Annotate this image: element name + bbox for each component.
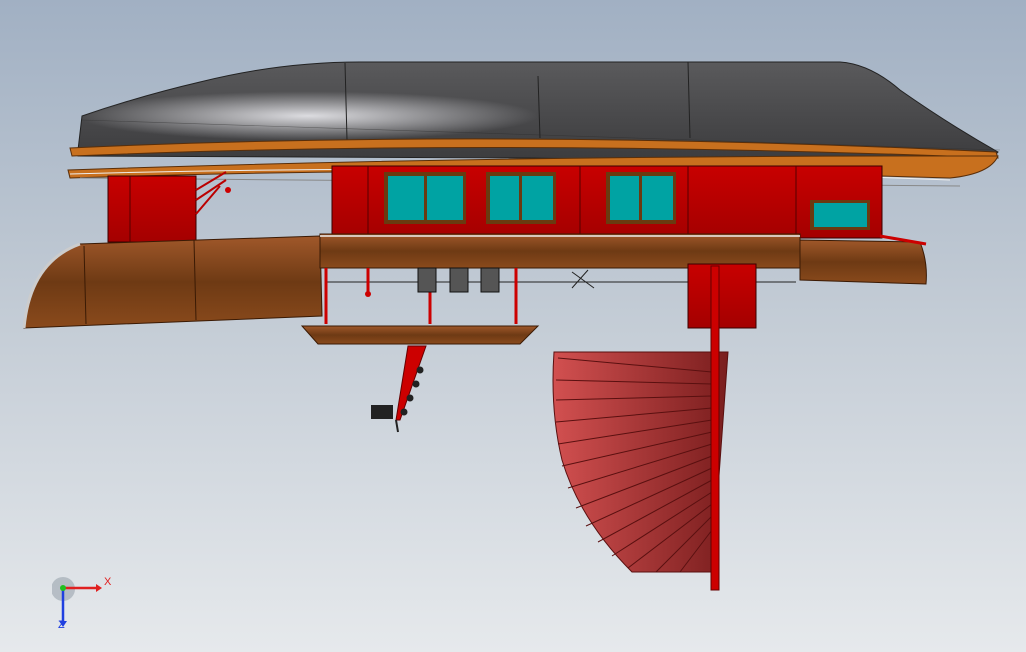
window bbox=[606, 172, 676, 224]
underdeck-structure bbox=[324, 263, 796, 329]
rudder-fan bbox=[552, 351, 729, 573]
left-hull bbox=[22, 235, 323, 329]
window bbox=[810, 200, 870, 230]
axis-triad: X Z bbox=[51, 575, 122, 637]
z-axis-label: Z bbox=[58, 619, 65, 631]
anchor-arm bbox=[371, 345, 427, 433]
lower-platform bbox=[300, 325, 540, 345]
ship-model[interactable] bbox=[0, 0, 1026, 652]
left-cabin bbox=[107, 171, 231, 243]
rudder-post bbox=[710, 265, 720, 591]
deck-floor bbox=[319, 233, 927, 285]
window bbox=[384, 172, 466, 224]
window bbox=[486, 172, 556, 224]
cad-viewport[interactable]: X Z bbox=[0, 0, 1026, 652]
x-axis-label: X bbox=[104, 576, 112, 588]
